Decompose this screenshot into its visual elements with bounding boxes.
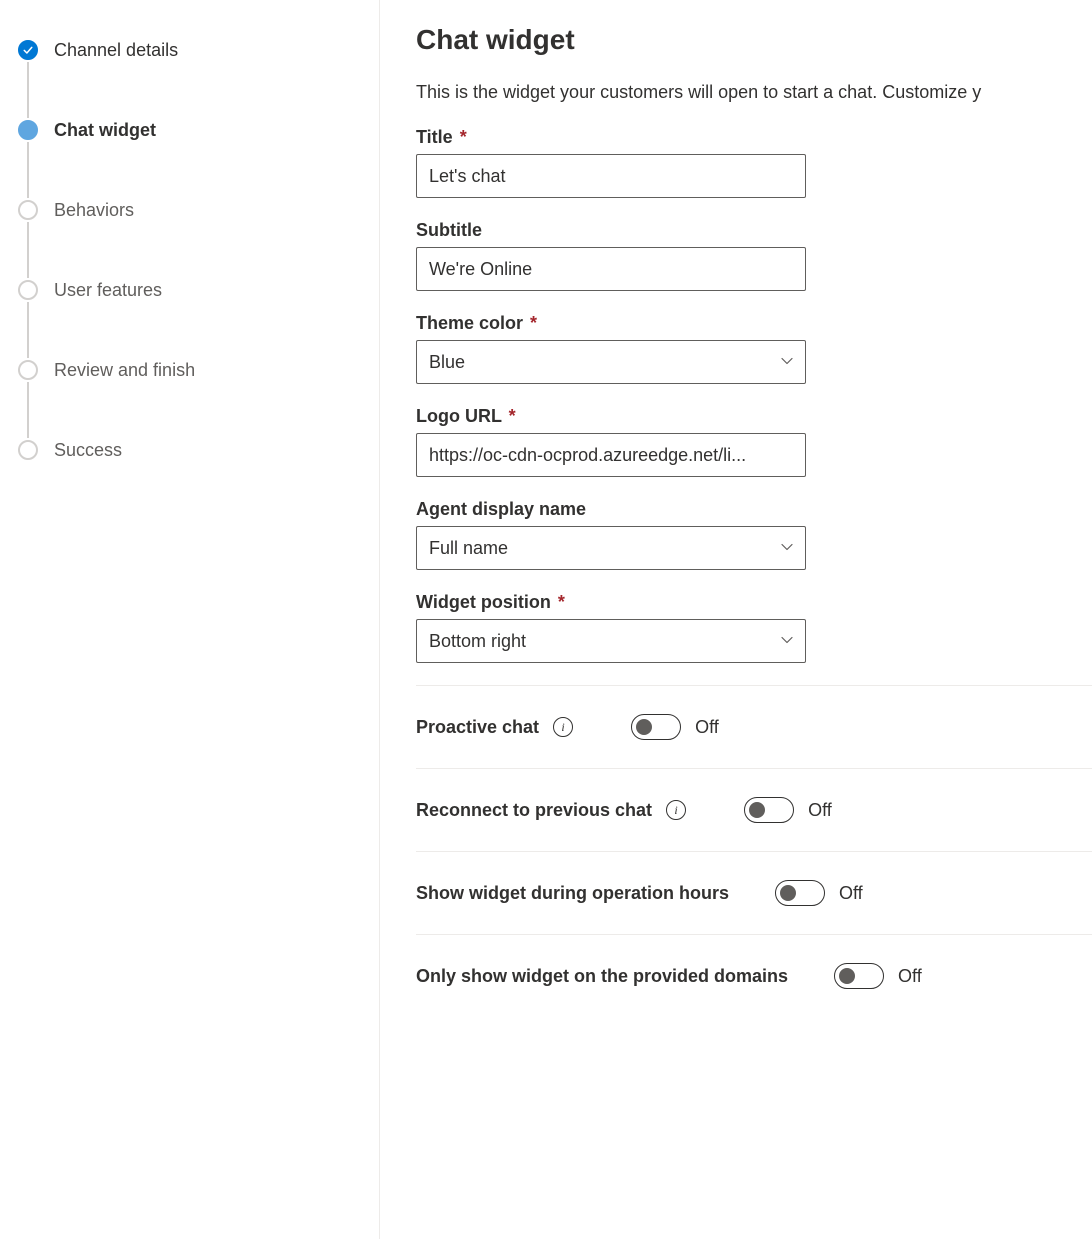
theme-color-select[interactable]: Blue — [416, 340, 806, 384]
reconnect-state: Off — [808, 800, 832, 821]
widget-position-select[interactable]: Bottom right — [416, 619, 806, 663]
proactive-chat-toggle[interactable] — [631, 714, 681, 740]
operation-hours-state: Off — [839, 883, 863, 904]
field-subtitle: Subtitle — [416, 220, 1092, 291]
proactive-chat-label: Proactive chat — [416, 717, 539, 738]
pending-step-icon — [18, 200, 38, 220]
step-behaviors[interactable]: Behaviors — [18, 200, 359, 280]
step-label: Success — [54, 440, 122, 460]
step-review-finish[interactable]: Review and finish — [18, 360, 359, 440]
required-mark: * — [530, 313, 537, 333]
domains-state: Off — [898, 966, 922, 987]
field-title: Title * — [416, 127, 1092, 198]
logo-url-label: Logo URL * — [416, 406, 1092, 427]
toggle-knob — [780, 885, 796, 901]
subtitle-label: Subtitle — [416, 220, 1092, 241]
active-step-icon — [18, 120, 38, 140]
main-content: Chat widget This is the widget your cust… — [380, 0, 1092, 1239]
step-user-features[interactable]: User features — [18, 280, 359, 360]
agent-display-name-label: Agent display name — [416, 499, 1092, 520]
domains-toggle[interactable] — [834, 963, 884, 989]
label-text: Widget position — [416, 592, 551, 612]
logo-url-input[interactable] — [416, 433, 806, 477]
checkmark-icon — [18, 40, 38, 60]
page-title: Chat widget — [416, 24, 1092, 56]
pending-step-icon — [18, 440, 38, 460]
operation-hours-toggle[interactable] — [775, 880, 825, 906]
required-mark: * — [509, 406, 516, 426]
title-input[interactable] — [416, 154, 806, 198]
info-icon[interactable]: i — [666, 800, 686, 820]
operation-hours-label: Show widget during operation hours — [416, 883, 729, 904]
reconnect-label: Reconnect to previous chat — [416, 800, 652, 821]
field-agent-display-name: Agent display name Full name — [416, 499, 1092, 570]
toggle-operation-hours: Show widget during operation hours Off — [416, 852, 1092, 934]
step-label: User features — [54, 280, 162, 300]
label-text: Title — [416, 127, 453, 147]
toggle-reconnect: Reconnect to previous chat i Off — [416, 769, 1092, 851]
field-widget-position: Widget position * Bottom right — [416, 592, 1092, 663]
step-label: Review and finish — [54, 360, 195, 380]
pending-step-icon — [18, 280, 38, 300]
step-chat-widget[interactable]: Chat widget — [18, 120, 359, 200]
step-label: Behaviors — [54, 200, 134, 220]
step-success[interactable]: Success — [18, 440, 359, 460]
toggle-domains: Only show widget on the provided domains… — [416, 935, 1092, 1017]
reconnect-toggle[interactable] — [744, 797, 794, 823]
subtitle-input[interactable] — [416, 247, 806, 291]
info-icon[interactable]: i — [553, 717, 573, 737]
toggle-knob — [636, 719, 652, 735]
wizard-sidebar: Channel details Chat widget Behaviors Us… — [0, 0, 380, 1239]
label-text: Logo URL — [416, 406, 502, 426]
title-label: Title * — [416, 127, 1092, 148]
toggle-proactive-chat: Proactive chat i Off — [416, 686, 1092, 768]
domains-label: Only show widget on the provided domains — [416, 966, 788, 987]
toggle-knob — [749, 802, 765, 818]
theme-color-label: Theme color * — [416, 313, 1092, 334]
step-label: Chat widget — [54, 120, 156, 140]
widget-position-label: Widget position * — [416, 592, 1092, 613]
label-text: Theme color — [416, 313, 523, 333]
toggle-knob — [839, 968, 855, 984]
step-label: Channel details — [54, 40, 178, 60]
required-mark: * — [558, 592, 565, 612]
pending-step-icon — [18, 360, 38, 380]
required-mark: * — [460, 127, 467, 147]
step-channel-details[interactable]: Channel details — [18, 40, 359, 120]
step-list: Channel details Chat widget Behaviors Us… — [18, 40, 359, 460]
field-theme-color: Theme color * Blue — [416, 313, 1092, 384]
page-description: This is the widget your customers will o… — [416, 82, 1092, 103]
agent-display-name-select[interactable]: Full name — [416, 526, 806, 570]
proactive-chat-state: Off — [695, 717, 719, 738]
field-logo-url: Logo URL * — [416, 406, 1092, 477]
